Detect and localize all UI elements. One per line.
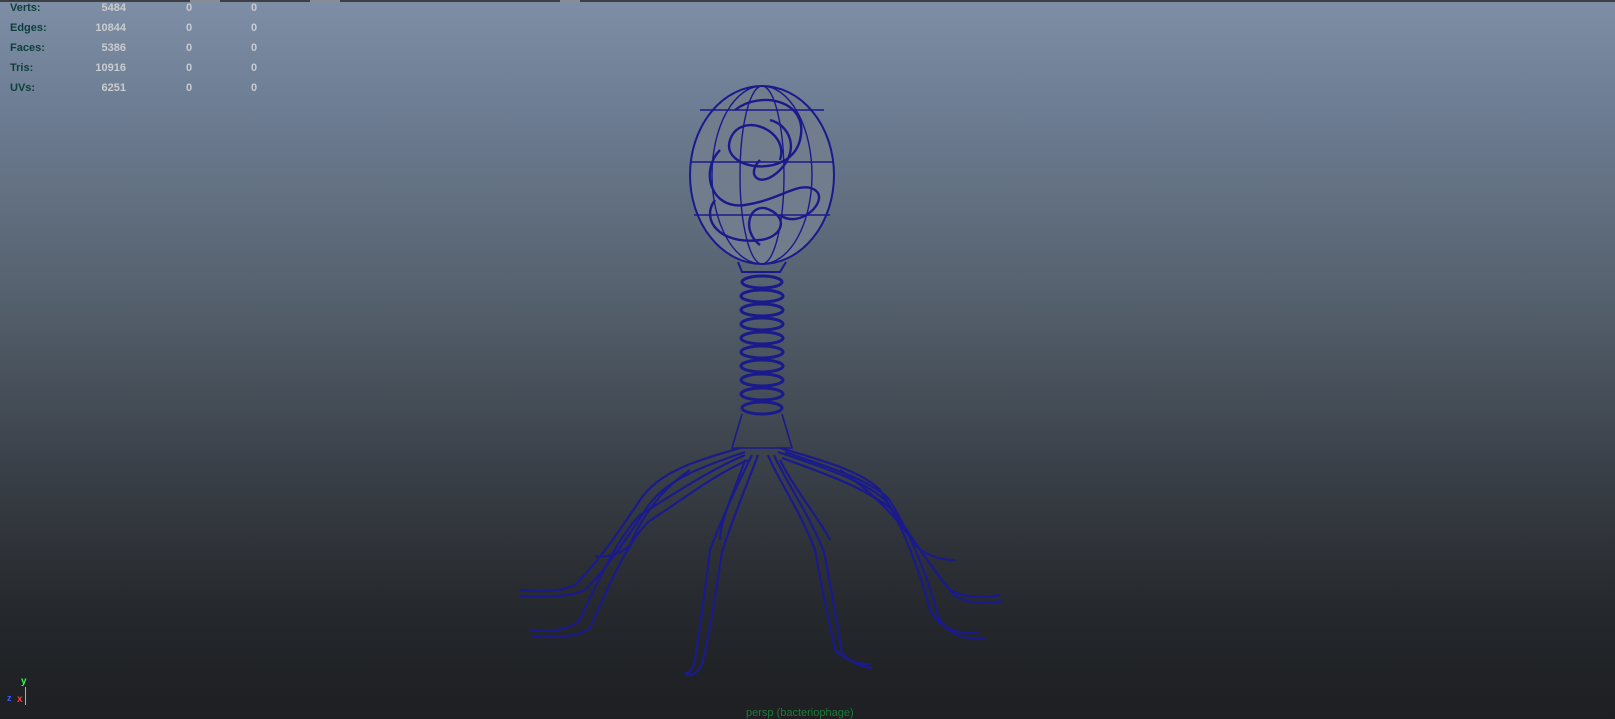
hud-row-tris: Tris: 10916 0 0 (0, 62, 270, 82)
camera-name-label: persp (bacteriophage) (746, 707, 854, 719)
hud-value: 0 (251, 22, 258, 34)
hud-value: 5386 (101, 42, 126, 54)
hud-value: 0 (251, 82, 258, 94)
hud-label: UVs: (10, 82, 36, 94)
tail-fibers (519, 446, 1003, 677)
bacteriophage-wireframe[interactable] (519, 85, 1003, 677)
hud-value: 10916 (95, 62, 126, 74)
viewport-3d[interactable] (0, 0, 1615, 719)
hud-row-edges: Edges: 10844 0 0 (0, 22, 270, 42)
axis-x-label: x (17, 694, 23, 705)
axis-y-line (25, 687, 26, 705)
tail-sheath (739, 274, 785, 416)
hud-value: 0 (251, 62, 258, 74)
hud-value: 0 (186, 2, 193, 14)
hud-label: Edges: (10, 22, 47, 34)
hud-value: 0 (186, 62, 193, 74)
hud-label: Faces: (10, 42, 45, 54)
hud-value: 0 (251, 2, 258, 14)
hud-value: 0 (186, 42, 193, 54)
view-axis-gizmo: y z x (4, 670, 34, 710)
hud-value: 10844 (95, 22, 126, 34)
hud-value: 5484 (101, 2, 126, 14)
hud-value: 0 (186, 82, 193, 94)
axis-y-label: y (21, 676, 27, 687)
hud-value: 0 (251, 42, 258, 54)
hud-value: 6251 (101, 82, 126, 94)
hud-value: 0 (186, 22, 193, 34)
hud-label: Verts: (10, 2, 41, 14)
hud-row-faces: Faces: 5386 0 0 (0, 42, 270, 62)
hud-label: Tris: (10, 62, 34, 74)
hud-row-verts: Verts: 5484 0 0 (0, 2, 270, 22)
hud-row-uvs: UVs: 6251 0 0 (0, 82, 270, 102)
axis-z-label: z (7, 693, 12, 703)
